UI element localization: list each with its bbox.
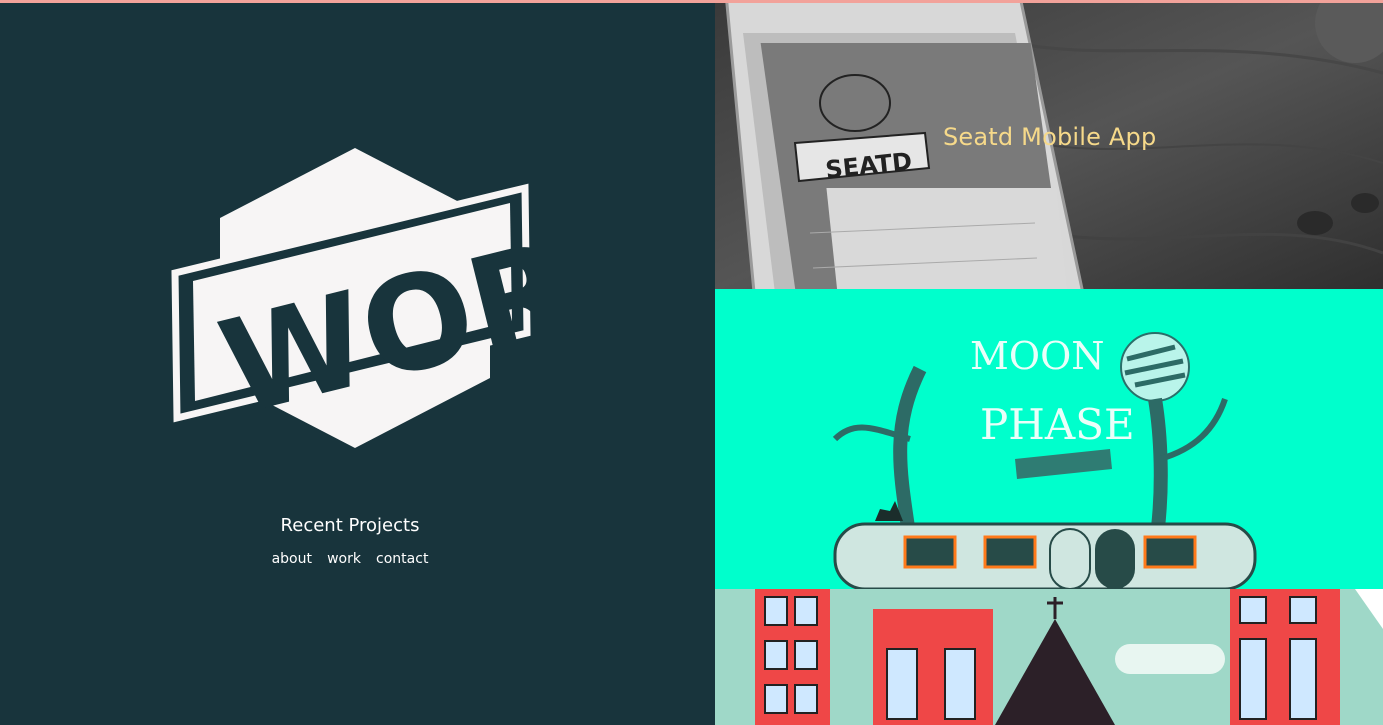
project-card-seatd[interactable]: SEATD Seatd Mobile App	[715, 3, 1383, 289]
site-nav: about work contact	[0, 548, 700, 567]
nav-about[interactable]: about	[272, 551, 312, 567]
project-card-moon-phase[interactable]: MOON PHASE	[715, 289, 1383, 589]
moon-phase-illustration: MOON PHASE	[715, 289, 1383, 589]
section-title: Recent Projects	[280, 515, 420, 536]
svg-text:PHASE: PHASE	[980, 400, 1135, 449]
city-buildings-illustration	[715, 589, 1383, 725]
project-grid: SEATD Seatd Mobile App MOON PHASE	[715, 3, 1383, 725]
left-panel: WORK Recent Projects about work contact	[0, 3, 715, 725]
svg-text:MOON: MOON	[970, 334, 1104, 378]
work-logo: WORK	[171, 148, 535, 448]
project-card-city[interactable]	[715, 589, 1383, 725]
project-title: Seatd Mobile App	[943, 123, 1157, 151]
nav-work[interactable]: work	[327, 551, 361, 567]
nav-contact[interactable]: contact	[376, 551, 428, 567]
top-accent-line	[0, 0, 1383, 3]
